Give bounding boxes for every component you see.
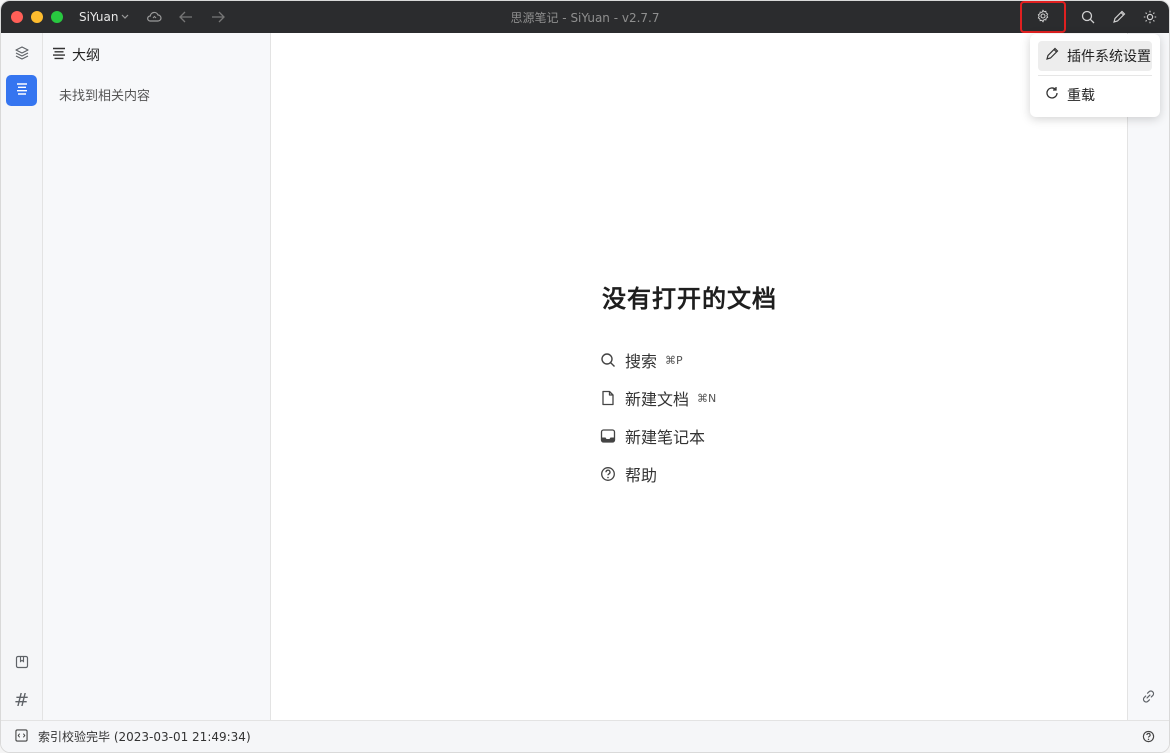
outline-panel: 大纲 未找到相关内容 — [43, 33, 271, 720]
outline-title: 大纲 — [72, 48, 100, 64]
sun-icon[interactable] — [1139, 6, 1161, 28]
outline-empty-text: 未找到相关内容 — [59, 89, 151, 104]
maximize-window-button[interactable] — [51, 11, 63, 23]
search-icon[interactable] — [1077, 6, 1099, 28]
help-button[interactable] — [1142, 730, 1155, 746]
outline-header: 大纲 — [43, 33, 270, 65]
hash-icon: # — [13, 690, 30, 711]
workspace-name: SiYuan — [79, 10, 119, 24]
left-dock: # — [1, 33, 43, 720]
help-icon — [599, 465, 617, 483]
plugin-settings-button[interactable] — [1020, 1, 1066, 33]
outline-list-icon — [15, 81, 29, 100]
search-icon — [599, 351, 617, 369]
title-bar: SiYuan 思源笔记 - SiYuan - v2.7.7 — [1, 1, 1169, 33]
minimize-window-button[interactable] — [31, 11, 43, 23]
layers-icon — [14, 45, 30, 65]
search-action[interactable]: 搜索 ⌘P — [599, 341, 716, 379]
action-label: 搜索 — [625, 352, 658, 371]
chevron-down-icon — [121, 13, 129, 22]
outline-list-icon — [52, 47, 66, 64]
dock-toggle-icon — [15, 728, 28, 745]
empty-state-actions: 搜索 ⌘P 新建文档 ⌘N 新建笔记本 帮助 — [599, 341, 716, 493]
plugin-menu: 插件系统设置 重载 — [1030, 34, 1160, 117]
bookmark-button[interactable] — [6, 648, 37, 679]
outline-button[interactable] — [6, 75, 37, 106]
menu-divider — [1038, 75, 1152, 76]
right-dock — [1127, 33, 1169, 720]
help-action[interactable]: 帮助 — [599, 455, 716, 493]
tag-button[interactable]: # — [6, 685, 37, 716]
back-arrow-icon[interactable] — [175, 6, 197, 28]
menu-item-reload[interactable]: 重载 — [1038, 80, 1152, 110]
pencil-icon[interactable] — [1108, 6, 1130, 28]
shortcut-hint: ⌘N — [697, 391, 717, 405]
help-icon — [1142, 730, 1155, 746]
cloud-sync-icon[interactable] — [143, 6, 165, 28]
workspace-switcher[interactable]: SiYuan — [79, 10, 129, 24]
backlinks-button[interactable] — [1141, 689, 1156, 708]
new-notebook-action[interactable]: 新建笔记本 — [599, 417, 716, 455]
action-label: 帮助 — [625, 466, 658, 485]
link-icon — [1141, 689, 1156, 708]
dock-toggle-button[interactable] — [15, 728, 28, 745]
gear-icon — [1036, 8, 1050, 27]
menu-item-label: 插件系统设置 — [1067, 49, 1151, 65]
menu-item-plugin-settings[interactable]: 插件系统设置 — [1038, 41, 1152, 71]
forward-arrow-icon[interactable] — [207, 6, 229, 28]
action-label: 新建文档 — [625, 390, 690, 409]
empty-state-title: 没有打开的文档 — [602, 285, 777, 313]
refresh-icon — [1045, 86, 1059, 104]
action-label: 新建笔记本 — [625, 428, 706, 447]
window-controls — [11, 11, 63, 23]
shortcut-hint: ⌘P — [665, 353, 683, 367]
editor-area: 没有打开的文档 搜索 ⌘P 新建文档 ⌘N 新建笔记本 帮助 — [271, 33, 1127, 720]
bookmark-icon — [15, 654, 29, 673]
status-bar: 索引校验完毕 (2023-03-01 21:49:34) — [1, 720, 1169, 752]
menu-item-label: 重载 — [1067, 88, 1095, 104]
close-window-button[interactable] — [11, 11, 23, 23]
file-tree-button[interactable] — [6, 39, 37, 70]
file-icon — [599, 389, 617, 407]
pencil-icon — [1045, 47, 1059, 65]
inbox-icon — [599, 427, 617, 445]
app-window: SiYuan 思源笔记 - SiYuan - v2.7.7 # 大纲 未找到相关… — [0, 0, 1170, 753]
new-doc-action[interactable]: 新建文档 ⌘N — [599, 379, 716, 417]
status-message: 索引校验完毕 (2023-03-01 21:49:34) — [38, 730, 251, 744]
